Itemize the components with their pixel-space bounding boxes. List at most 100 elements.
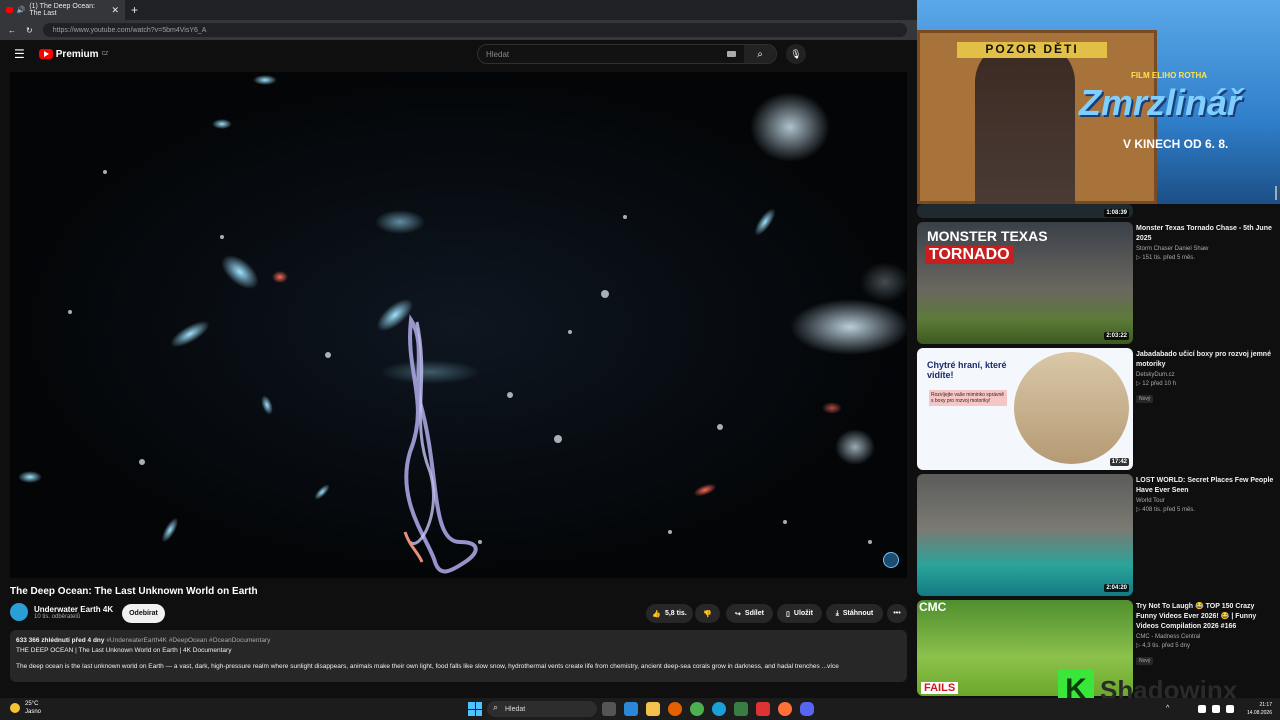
weather-widget[interactable]: 25°C Jasno [10, 700, 41, 716]
thumbnail-text: CMC [919, 600, 947, 614]
youtube-header: ☰ Premium CZ Hledat ⌕ 🎙 [0, 40, 917, 68]
thumbnail-text: FAILS [921, 682, 959, 694]
youtube-logo[interactable]: Premium CZ [38, 48, 109, 60]
sidebar-scrollbar[interactable] [1275, 186, 1277, 200]
task-view-icon[interactable] [602, 702, 616, 716]
thumbnail-photo [1014, 352, 1129, 464]
view-stats: ▷ 151 tis. před 5 měs. [1136, 255, 1195, 261]
search-input[interactable]: Hledat ⌕ [477, 44, 777, 64]
save-button[interactable]: ▯ Uložit [777, 604, 822, 623]
chat-icon[interactable] [624, 702, 638, 716]
browser-tab[interactable]: 🔊 (1) The Deep Ocean: The Last ✕ [0, 0, 125, 20]
clock[interactable]: 21:17 14.08.2026 [1247, 701, 1272, 717]
video-duration: 2:03:22 [1104, 332, 1129, 340]
description-box[interactable]: 633 366 zhlédnutí před 4 dny #Underwater… [10, 630, 907, 682]
video-title[interactable]: LOST WORLD: Secret Places Few People Hav… [1136, 476, 1276, 496]
recommendation-item[interactable]: Chytré hraní, které vidíte! Rozvíjejte v… [917, 348, 1280, 472]
browser-tab-strip: 🔊 (1) The Deep Ocean: The Last ✕ + [0, 0, 917, 20]
video-thumbnail[interactable]: Chytré hraní, které vidíte! Rozvíjejte v… [917, 348, 1133, 470]
video-duration: 1:08:39 [1104, 209, 1129, 217]
recommendations-sidebar: POZOR DĚTI FILM ELIHO ROTHA Zmrzlinář V … [917, 0, 1280, 698]
channel-name[interactable]: CMC - Madness Central [1136, 634, 1276, 640]
channel-name[interactable]: DetskyDum.cz [1136, 372, 1276, 378]
recommendation-item[interactable]: 2:04:20 LOST WORLD: Secret Places Few Pe… [917, 474, 1280, 598]
video-meta: Jabadabado učicí boxy pro rozvoj jemné m… [1136, 350, 1276, 405]
reload-icon[interactable]: ↻ [26, 26, 33, 35]
download-icon: ⤓ [835, 609, 839, 617]
url-field[interactable]: https://www.youtube.com/watch?v=5bm4VisY… [42, 23, 907, 37]
discord-icon[interactable] [800, 702, 814, 716]
channel-name[interactable]: Underwater Earth 4K [34, 605, 113, 614]
dislike-button[interactable]: 👎 [695, 604, 720, 623]
ad-pretitle: FILM ELIHO ROTHA [1131, 71, 1207, 80]
channel-watermark-icon[interactable] [883, 552, 899, 568]
back-icon[interactable]: ← [8, 26, 16, 35]
tab-title: (1) The Deep Ocean: The Last [29, 3, 95, 17]
view-stats: ▷ 408 tis. před 5 měs. [1136, 507, 1195, 513]
new-tab-button[interactable]: + [131, 3, 138, 17]
windows-taskbar: 25°C Jasno Hledat ^ 21:17 14.08.2026 [0, 698, 1280, 720]
new-badge: Nový [1136, 657, 1154, 665]
video-thumbnail[interactable]: 2:04:20 [917, 474, 1133, 596]
temperature: 25°C [25, 701, 39, 707]
video-title[interactable]: Jabadabado učicí boxy pro rozvoj jemné m… [1136, 350, 1276, 370]
close-tab-icon[interactable]: ✕ [111, 5, 119, 16]
search-button[interactable]: ⌕ [744, 45, 776, 63]
video-meta: LOST WORLD: Secret Places Few People Hav… [1136, 476, 1276, 513]
moon-icon [10, 703, 20, 713]
video-title[interactable]: Monster Texas Tornado Chase - 5th June 2… [1136, 224, 1276, 244]
video-duration: 17:42 [1109, 458, 1129, 466]
ad-character-image [975, 42, 1075, 204]
channel-name[interactable]: Storm Chaser Daniel Shaw [1136, 246, 1276, 252]
store-icon[interactable] [734, 702, 748, 716]
video-meta: Try Not To Laugh 😂 TOP 150 Crazy Funny V… [1136, 602, 1276, 667]
video-thumbnail[interactable]: MONSTER TEXAS TORNADO 2:03:22 [917, 222, 1133, 344]
thumbs-down-icon: 👎 [703, 610, 712, 618]
thumbs-up-icon: 👍 [652, 610, 661, 618]
mic-tray-icon[interactable] [1198, 705, 1206, 713]
share-icon: ↪ [735, 610, 741, 618]
menu-icon[interactable]: ☰ [14, 47, 25, 61]
browser-icon[interactable] [778, 702, 792, 716]
windows-start-icon[interactable] [468, 702, 482, 716]
search-placeholder: Hledat [486, 49, 510, 59]
taskbar-search[interactable]: Hledat [487, 701, 597, 717]
thumbnail-text: MONSTER TEXAS [927, 228, 1048, 244]
edge-icon[interactable] [712, 702, 726, 716]
file-explorer-icon[interactable] [646, 702, 660, 716]
download-button[interactable]: ⤓ Stáhnout [826, 604, 883, 623]
ad-sign: POZOR DĚTI [957, 42, 1107, 58]
speaker-icon[interactable]: 🔊 [17, 6, 26, 14]
video-title[interactable]: Try Not To Laugh 😂 TOP 150 Crazy Funny V… [1136, 602, 1276, 632]
bookmark-icon: ▯ [786, 610, 790, 618]
weather-condition: Jasno [25, 709, 42, 715]
logo-text: Premium [55, 48, 99, 60]
recommendation-item[interactable]: MONSTER TEXAS TORNADO 2:03:22 Monster Te… [917, 222, 1280, 346]
video-player[interactable] [10, 72, 907, 578]
video-thumbnail[interactable]: 1:08:39 [917, 204, 1133, 218]
region-code: CZ [101, 51, 109, 57]
tray-chevron-icon[interactable]: ^ [1166, 705, 1174, 713]
app-icon[interactable] [756, 702, 770, 716]
more-actions-button[interactable]: ••• [887, 604, 907, 623]
subscribe-button[interactable]: Odebírat [122, 604, 165, 623]
firefox-icon[interactable] [668, 702, 682, 716]
hashtags[interactable]: #UnderwaterEarth4K #DeepOcean #OceanDocu… [106, 637, 270, 644]
share-button[interactable]: ↪ Sdílet [726, 604, 773, 623]
microphone-icon[interactable]: 🎙 [786, 44, 806, 64]
ad-banner[interactable]: POZOR DĚTI FILM ELIHO ROTHA Zmrzlinář V … [917, 0, 1280, 204]
channel-avatar[interactable] [10, 603, 28, 621]
volume-icon[interactable] [1226, 705, 1234, 713]
time: 21:17 [1259, 702, 1272, 708]
like-button[interactable]: 👍 5,8 tis. [646, 604, 693, 623]
recommendation-item[interactable]: 1:08:39 [917, 204, 1280, 220]
network-icon[interactable] [1212, 705, 1220, 713]
chrome-icon[interactable] [690, 702, 704, 716]
thumbnail-text: Rozvíjejte vaše miminko správně s boxy p… [929, 390, 1007, 406]
keyboard-icon[interactable] [727, 51, 736, 57]
share-label: Sdílet [744, 610, 764, 617]
channel-name[interactable]: World Tour [1136, 498, 1276, 504]
download-label: Stáhnout [842, 610, 874, 617]
description-heading: THE DEEP OCEAN | The Last Unknown World … [16, 647, 232, 654]
thumbnail-text: Chytré hraní, které vidíte! [927, 360, 1007, 380]
